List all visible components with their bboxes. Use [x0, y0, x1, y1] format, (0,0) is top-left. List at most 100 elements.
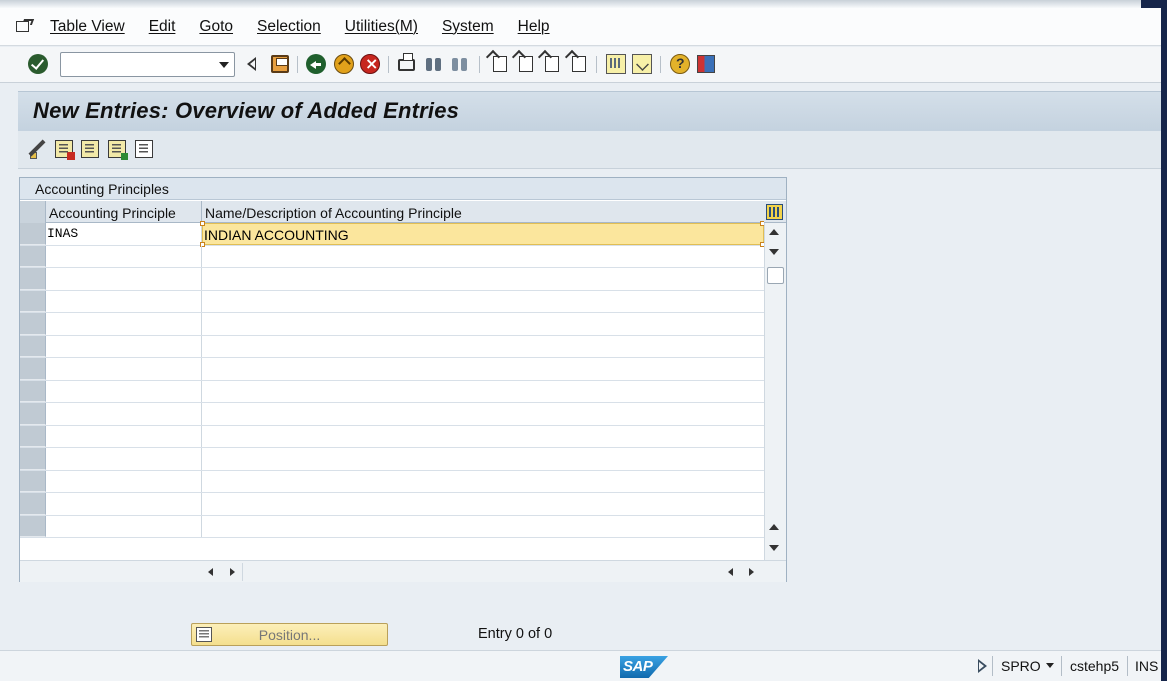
- previous-page-icon[interactable]: [519, 56, 533, 72]
- table-row[interactable]: [20, 425, 764, 448]
- find-icon[interactable]: [424, 54, 444, 74]
- select-all-rows-button[interactable]: [20, 201, 46, 223]
- first-page-icon[interactable]: [493, 56, 507, 72]
- row-selector[interactable]: [20, 493, 46, 515]
- status-expand-icon[interactable]: [978, 659, 987, 673]
- cell-accounting-principle[interactable]: [46, 335, 202, 357]
- cell-description[interactable]: [202, 516, 764, 538]
- create-session-icon[interactable]: [606, 54, 626, 74]
- back-icon[interactable]: [306, 54, 326, 74]
- cancel-icon[interactable]: [360, 54, 380, 74]
- cell-accounting-principle[interactable]: INAS: [46, 223, 202, 245]
- table-row[interactable]: [20, 470, 764, 493]
- scroll-right-end-icon[interactable]: [749, 568, 754, 576]
- delete-icon[interactable]: [55, 140, 75, 160]
- status-transaction[interactable]: SPRO: [1001, 658, 1041, 674]
- scroll-right-icon[interactable]: [230, 568, 235, 576]
- scroll-left-end-icon[interactable]: [728, 568, 733, 576]
- cell-accounting-principle[interactable]: [46, 403, 202, 425]
- cell-accounting-principle[interactable]: [46, 425, 202, 447]
- table-row[interactable]: [20, 245, 764, 268]
- command-input[interactable]: [61, 53, 211, 76]
- cell-description[interactable]: [202, 246, 764, 268]
- table-row[interactable]: [20, 448, 764, 471]
- next-page-icon[interactable]: [545, 56, 559, 72]
- cell-description[interactable]: [202, 291, 764, 313]
- row-selector[interactable]: [20, 470, 46, 492]
- row-selector[interactable]: [20, 290, 46, 312]
- table-row[interactable]: [20, 380, 764, 403]
- menu-help[interactable]: Help: [518, 18, 550, 36]
- layout-icon[interactable]: [697, 55, 715, 73]
- menu-table-view[interactable]: Table View: [50, 18, 125, 36]
- cell-accounting-principle[interactable]: [46, 290, 202, 312]
- print-icon[interactable]: [398, 53, 415, 71]
- select-block-icon[interactable]: [108, 140, 128, 160]
- table-row[interactable]: [20, 268, 764, 291]
- scroll-left-icon[interactable]: [208, 568, 213, 576]
- column-header-description[interactable]: Name/Description of Accounting Principle: [202, 201, 764, 223]
- table-row[interactable]: [20, 290, 764, 313]
- scroll-page-down-icon[interactable]: [769, 545, 779, 551]
- cell-accounting-principle[interactable]: [46, 380, 202, 402]
- command-field[interactable]: [60, 52, 235, 77]
- row-selector[interactable]: [20, 380, 46, 402]
- position-button[interactable]: Position...: [191, 623, 388, 646]
- row-selector[interactable]: [20, 245, 46, 267]
- cell-description[interactable]: INDIAN ACCOUNTING: [200, 221, 765, 247]
- menu-goto[interactable]: Goto: [199, 18, 233, 36]
- cell-accounting-principle[interactable]: [46, 313, 202, 335]
- help-icon[interactable]: [670, 54, 690, 74]
- table-row[interactable]: [20, 358, 764, 381]
- table-row[interactable]: [20, 515, 764, 538]
- menu-exit-icon[interactable]: [16, 18, 38, 35]
- row-selector[interactable]: [20, 403, 46, 425]
- cell-description[interactable]: [202, 336, 764, 358]
- find-next-icon[interactable]: [450, 54, 470, 74]
- cell-description[interactable]: [202, 403, 764, 425]
- deselect-all-icon[interactable]: [135, 140, 153, 158]
- cell-description[interactable]: [202, 381, 764, 403]
- table-row[interactable]: [20, 335, 764, 358]
- menu-system[interactable]: System: [442, 18, 494, 36]
- table-settings-button[interactable]: [764, 201, 786, 223]
- menu-selection[interactable]: Selection: [257, 18, 321, 36]
- status-insert-mode[interactable]: INS: [1135, 658, 1158, 674]
- last-page-icon[interactable]: [572, 56, 586, 72]
- cell-description[interactable]: [202, 448, 764, 470]
- cell-description[interactable]: [202, 426, 764, 448]
- cell-description[interactable]: [202, 471, 764, 493]
- column-header-accounting-principle[interactable]: Accounting Principle: [46, 201, 202, 223]
- cell-description[interactable]: [202, 358, 764, 380]
- scroll-up-icon[interactable]: [769, 229, 779, 235]
- cell-description[interactable]: [202, 268, 764, 290]
- enter-icon[interactable]: [28, 54, 48, 74]
- menu-utilities[interactable]: Utilities(M): [345, 18, 418, 36]
- save-icon[interactable]: [271, 55, 289, 73]
- exit-icon[interactable]: [334, 54, 354, 74]
- horizontal-scrollbar[interactable]: [20, 560, 786, 582]
- shortcut-icon[interactable]: [632, 54, 652, 74]
- row-selector[interactable]: [20, 358, 46, 380]
- cell-accounting-principle[interactable]: [46, 493, 202, 515]
- back-triangle-icon[interactable]: [242, 54, 262, 74]
- table-row[interactable]: [20, 403, 764, 426]
- select-all-icon[interactable]: [81, 140, 99, 158]
- row-selector[interactable]: [20, 448, 46, 470]
- change-display-icon[interactable]: [28, 140, 46, 159]
- vertical-scrollbar[interactable]: [764, 223, 786, 560]
- cell-accounting-principle[interactable]: [46, 245, 202, 267]
- cell-accounting-principle[interactable]: [46, 470, 202, 492]
- row-selector[interactable]: [20, 425, 46, 447]
- scroll-page-up-icon[interactable]: [769, 524, 779, 530]
- row-selector[interactable]: [20, 335, 46, 357]
- menu-edit[interactable]: Edit: [149, 18, 176, 36]
- cell-accounting-principle[interactable]: [46, 448, 202, 470]
- row-selector[interactable]: [20, 268, 46, 290]
- cell-description[interactable]: [202, 313, 764, 335]
- status-dropdown-icon[interactable]: [1046, 663, 1054, 668]
- cell-accounting-principle[interactable]: [46, 358, 202, 380]
- command-dropdown-icon[interactable]: [219, 62, 229, 68]
- cell-accounting-principle[interactable]: [46, 515, 202, 537]
- row-selector[interactable]: [20, 515, 46, 537]
